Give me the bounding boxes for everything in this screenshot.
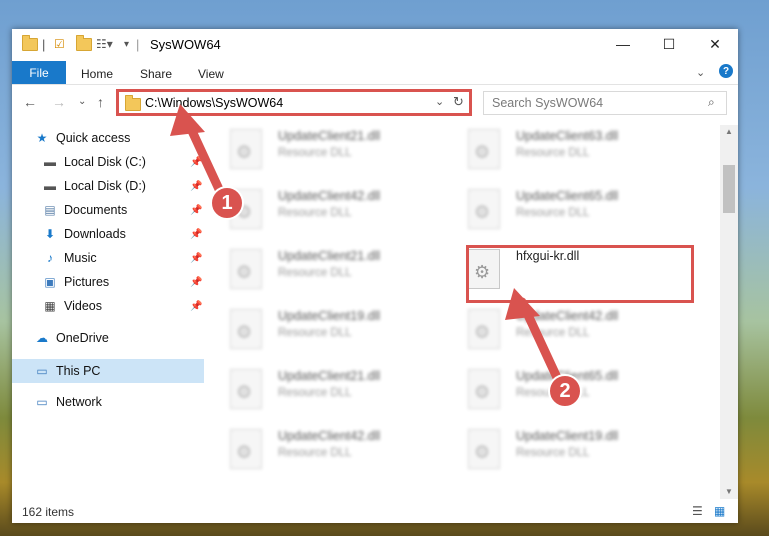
- arrow-2-head: [505, 288, 540, 320]
- arrow-1-head: [170, 104, 205, 136]
- step-2-badge: 2: [548, 374, 582, 408]
- step-1-badge: 1: [210, 186, 244, 220]
- annotation-arrows: [170, 104, 565, 389]
